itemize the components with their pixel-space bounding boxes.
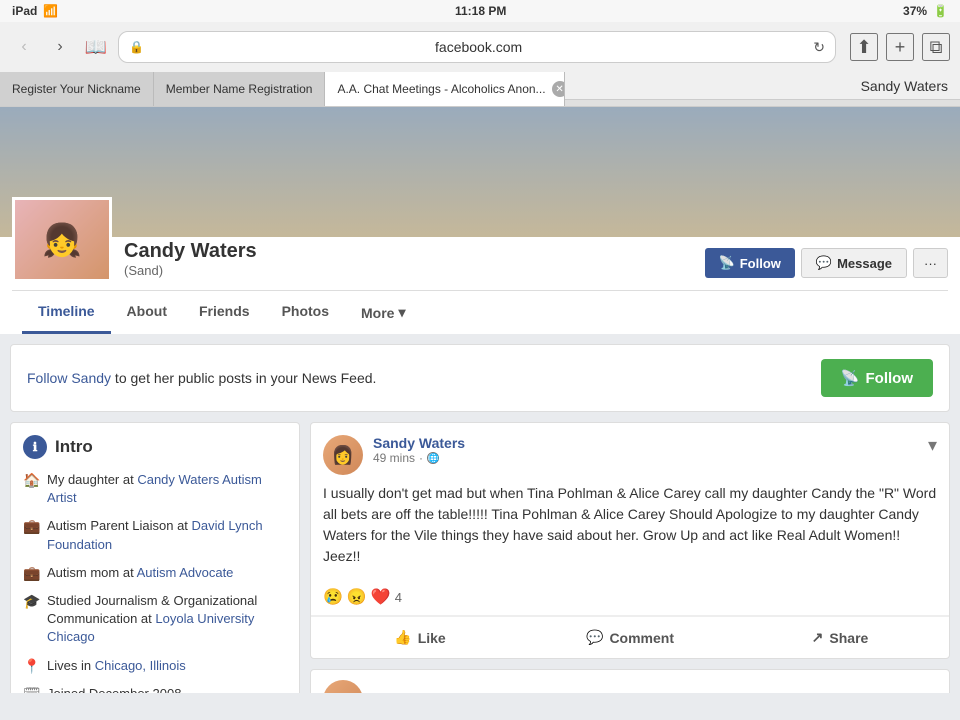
intro-item-daughter: 🏠 My daughter at Candy Waters Autism Art…: [23, 471, 287, 507]
tab-more[interactable]: More ▾: [345, 291, 421, 334]
daughter-link[interactable]: Candy Waters Autism Artist: [47, 472, 262, 505]
facebook-page: 👧 Candy Waters (Sand) 📡 Follow 💬 Message: [0, 107, 960, 693]
tab-register[interactable]: Register Your Nickname: [0, 72, 154, 106]
tab-member[interactable]: Member Name Registration: [154, 72, 326, 106]
share-icon: ↗: [812, 629, 824, 646]
status-bar: iPad 📶 11:18 PM 37% 🔋: [0, 0, 960, 22]
right-column: 👩 Sandy Waters 49 mins · 🌐 ▾ I usually d…: [310, 422, 950, 693]
reaction-heart: ❤️: [371, 587, 391, 607]
reaction-angry: 😠: [347, 587, 367, 607]
url-text: facebook.com: [150, 39, 807, 55]
post-card: 👩 Sandy Waters 49 mins · 🌐 ▾ I usually d…: [310, 422, 950, 659]
tab-aa[interactable]: A.A. Chat Meetings - Alcoholics Anon... …: [325, 72, 565, 106]
new-tab-button[interactable]: +: [886, 33, 914, 61]
share-post-button[interactable]: ↗ Share: [735, 621, 945, 654]
liaison-link[interactable]: David Lynch Foundation: [47, 518, 263, 551]
post-content: I usually don't get mad but when Tina Po…: [311, 483, 949, 579]
profile-nav: Timeline About Friends Photos More ▾: [12, 290, 948, 334]
post-author[interactable]: Sandy Waters: [373, 435, 918, 451]
tab-friends[interactable]: Friends: [183, 291, 266, 334]
tabs-button[interactable]: ⧉: [922, 33, 950, 61]
wifi-icon: 📶: [43, 4, 58, 18]
post-header: 👩 Sandy Waters 49 mins · 🌐 ▾: [311, 423, 949, 483]
browser-chrome: ‹ › 📖 🔒 facebook.com ↻ ⬆ + ⧉ Register Yo…: [0, 22, 960, 107]
tab-label: A.A. Chat Meetings - Alcoholics Anon...: [337, 82, 545, 96]
like-icon: 👍: [394, 629, 411, 646]
comment-icon: 💬: [586, 629, 603, 646]
reload-button[interactable]: ↻: [813, 39, 825, 56]
intro-item-liaison: 💼 Autism Parent Liaison at David Lynch F…: [23, 517, 287, 553]
message-button[interactable]: 💬 Message: [801, 248, 907, 278]
address-bar[interactable]: 🔒 facebook.com ↻: [118, 31, 836, 63]
clock: 11:18 PM: [455, 4, 506, 18]
battery-icon: 🔋: [933, 4, 948, 18]
shared-post-header: Sandy Waters ▾: [311, 670, 949, 693]
post-actions: 👍 Like 💬 Comment ↗ Share: [311, 616, 949, 658]
like-button[interactable]: 👍 Like: [315, 621, 525, 654]
message-icon: 💬: [816, 255, 832, 271]
shared-avatar: [323, 680, 363, 693]
tab-label: Register Your Nickname: [12, 82, 141, 96]
tab-label: Member Name Registration: [166, 82, 313, 96]
device-name: iPad: [12, 4, 37, 18]
bookmark-icon[interactable]: 📖: [82, 33, 110, 61]
post-reactions: 😢 😠 ❤️ 4: [311, 579, 949, 616]
reaction-sad: 😢: [323, 587, 343, 607]
shared-menu-button[interactable]: ▾: [928, 690, 937, 694]
profile-avatar: 👧: [12, 197, 112, 282]
calendar-icon: 🗓: [23, 686, 39, 693]
profile-name: Candy Waters: [124, 240, 693, 263]
briefcase2-icon: 💼: [23, 565, 39, 582]
intro-item-lives: 📍 Lives in Chicago, Illinois: [23, 657, 287, 675]
reaction-count: 4: [395, 590, 402, 605]
intro-title: ℹ Intro: [23, 435, 287, 459]
shared-meta: Sandy Waters: [373, 692, 918, 693]
post-time: 49 mins · 🌐: [373, 451, 918, 465]
main-content: ℹ Intro 🏠 My daughter at Candy Waters Au…: [0, 422, 960, 693]
post-menu-button[interactable]: ▾: [928, 435, 937, 456]
location-link[interactable]: Chicago, Illinois: [95, 658, 186, 673]
briefcase-icon: 💼: [23, 518, 39, 535]
intro-icon: ℹ: [23, 435, 47, 459]
profile-nickname: (Sand): [124, 263, 693, 278]
forward-button[interactable]: ›: [46, 33, 74, 61]
share-button[interactable]: ⬆: [850, 33, 878, 61]
mom-link[interactable]: Autism Advocate: [137, 565, 234, 580]
browser-tabs: Register Your Nickname Member Name Regis…: [0, 72, 960, 106]
intro-item-studied: 🎓 Studied Journalism & Organizational Co…: [23, 592, 287, 647]
location-icon: 📍: [23, 658, 39, 675]
follow-green-icon: 📡: [841, 369, 860, 387]
follow-link[interactable]: Follow Sandy: [27, 370, 111, 386]
education-icon: 🎓: [23, 593, 39, 610]
follow-text: Follow Sandy to get her public posts in …: [27, 370, 376, 386]
intro-item-joined: 🗓 Joined December 2008: [23, 685, 287, 693]
lock-icon: 🔒: [129, 40, 144, 54]
active-tab-title: Sandy Waters: [861, 78, 948, 94]
profile-section: 👧 Candy Waters (Sand) 📡 Follow 💬 Message: [0, 107, 960, 334]
post-meta: Sandy Waters 49 mins · 🌐: [373, 435, 918, 465]
intro-item-mom: 💼 Autism mom at Autism Advocate: [23, 564, 287, 582]
work-icon: 🏠: [23, 472, 39, 489]
post-avatar: 👩: [323, 435, 363, 475]
intro-widget: ℹ Intro 🏠 My daughter at Candy Waters Au…: [10, 422, 300, 693]
tab-timeline[interactable]: Timeline: [22, 291, 111, 334]
studied-link[interactable]: Loyola University Chicago: [47, 611, 254, 644]
tab-photos[interactable]: Photos: [266, 291, 345, 334]
chevron-down-icon: ▾: [398, 304, 405, 321]
follow-green-button[interactable]: 📡 Follow: [821, 359, 933, 397]
tab-about[interactable]: About: [111, 291, 183, 334]
shared-post-card: Sandy Waters ▾ Cyberbullying/HATE Campai…: [310, 669, 950, 693]
battery-text: 37%: [903, 4, 927, 18]
back-button[interactable]: ‹: [10, 33, 38, 61]
left-column: ℹ Intro 🏠 My daughter at Candy Waters Au…: [10, 422, 300, 693]
shared-author[interactable]: Sandy Waters: [373, 692, 918, 693]
comment-button[interactable]: 💬 Comment: [525, 621, 735, 654]
more-button[interactable]: ···: [913, 248, 948, 278]
follow-icon: 📡: [719, 255, 735, 271]
cover-photo: [0, 107, 960, 237]
tab-close-icon[interactable]: ✕: [552, 81, 566, 97]
follow-banner: Follow Sandy to get her public posts in …: [10, 344, 950, 412]
follow-button[interactable]: 📡 Follow: [705, 248, 795, 278]
privacy-icon: 🌐: [427, 452, 439, 464]
